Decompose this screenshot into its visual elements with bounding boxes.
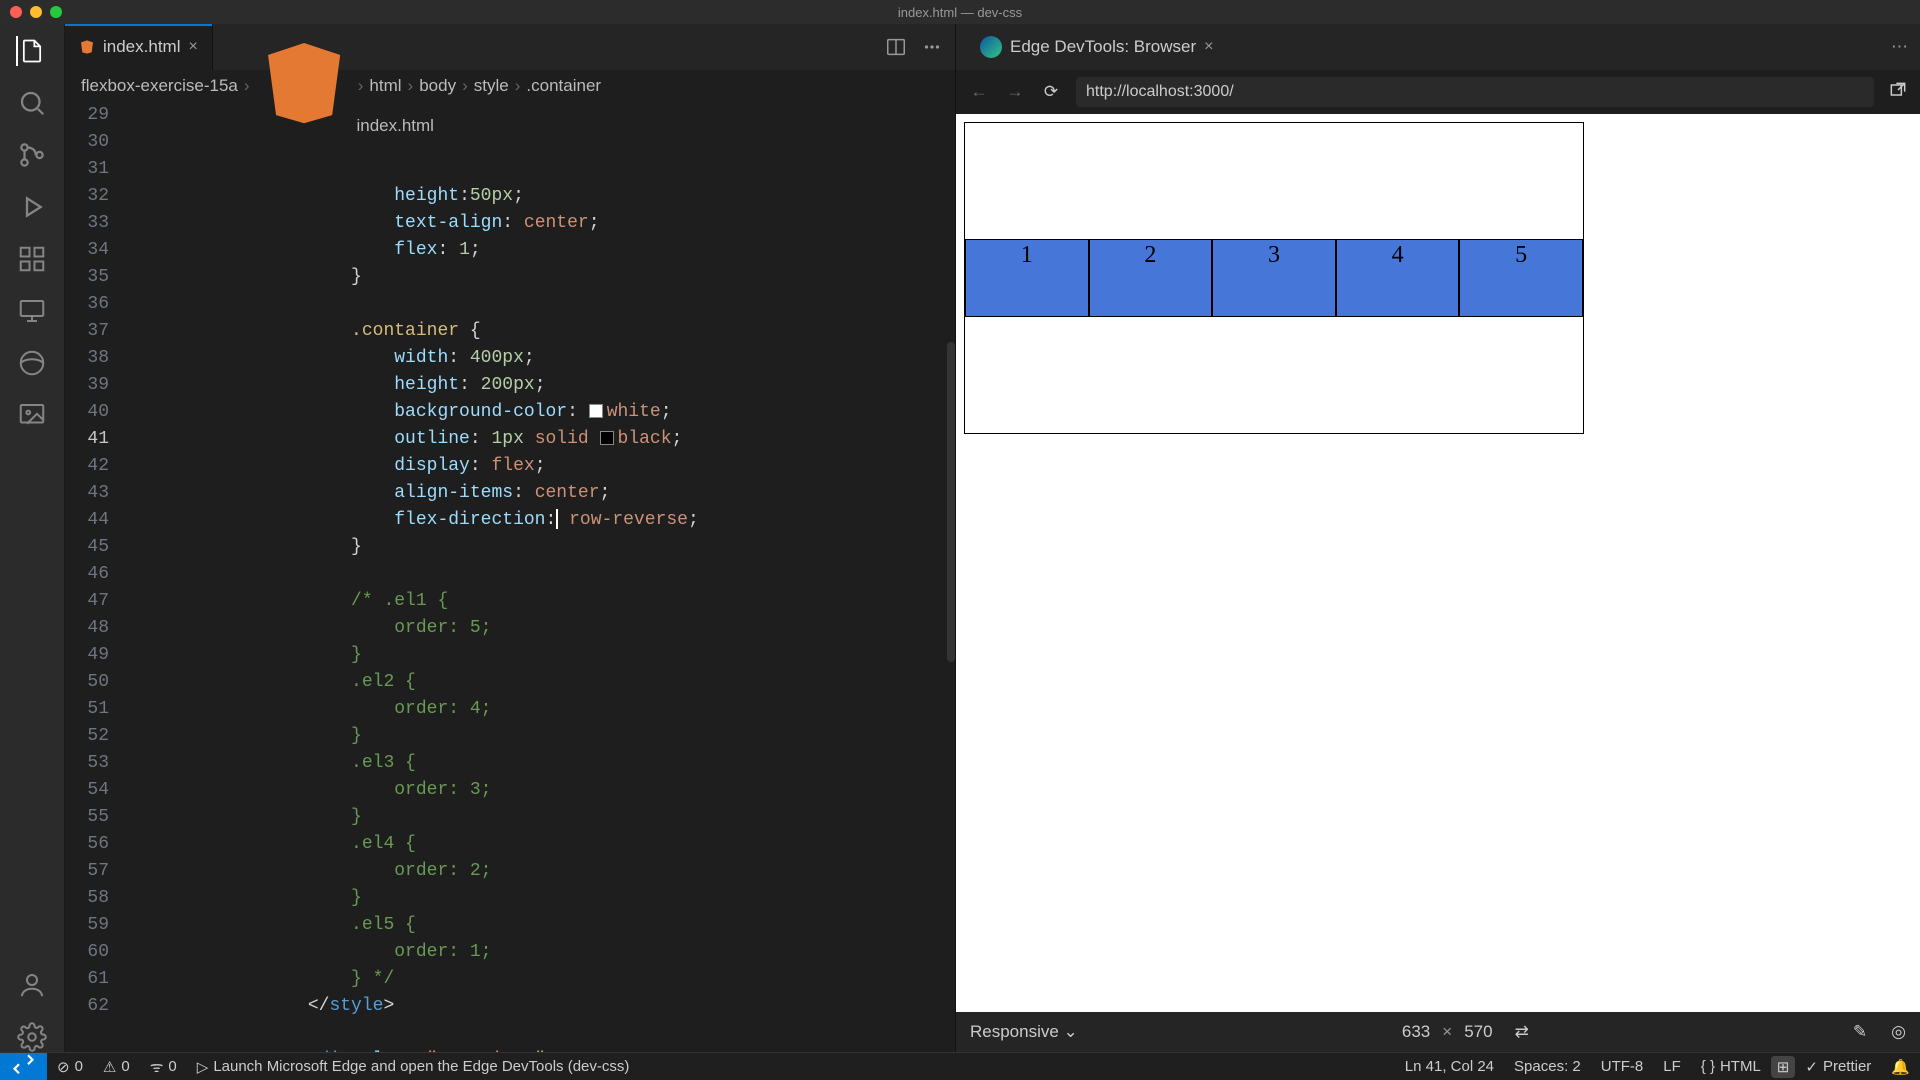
launch-edge-hint[interactable]: ▷ Launch Microsoft Edge and open the Edg… — [187, 1058, 640, 1076]
zoom-window-button[interactable] — [50, 6, 62, 18]
status-warnings[interactable]: ⚠ 0 — [93, 1058, 140, 1076]
viewport-width[interactable]: 633 — [1402, 1022, 1430, 1042]
settings-gear-icon[interactable] — [17, 1022, 47, 1052]
devtools-bottom-bar: Responsive ⌄ 633 × 570 ⇄ ✎ ◎ — [956, 1012, 1920, 1052]
code-editor[interactable]: 2930313233343536373839404142434445464748… — [65, 102, 955, 1052]
run-debug-icon[interactable] — [17, 192, 47, 222]
activity-bar — [0, 24, 65, 1052]
code-content[interactable]: height:50px; text-align: center; flex: 1… — [123, 102, 955, 1052]
breadcrumb-item[interactable]: html — [369, 76, 401, 96]
breadcrumb[interactable]: flexbox-exercise-15a› index.html›html›bo… — [65, 70, 955, 102]
window-title: index.html — dev-css — [898, 5, 1022, 20]
preview-box: 2 — [1089, 239, 1213, 317]
editor-area: index.html × flexbox-exercise-15a› index… — [65, 24, 955, 1052]
accounts-icon[interactable] — [17, 970, 47, 1000]
devtools-tab-label: Edge DevTools: Browser — [1010, 37, 1196, 57]
tab-label: index.html — [103, 37, 180, 57]
breadcrumb-item[interactable]: style — [474, 76, 509, 96]
devtools-panel: Edge DevTools: Browser × ⋯ ← → ⟳ http://… — [955, 24, 1920, 1052]
inspect-icon[interactable]: ✎ — [1853, 1022, 1867, 1042]
preview-pane: 12345 — [956, 114, 1920, 1012]
status-cursor[interactable]: Ln 41, Col 24 — [1395, 1058, 1504, 1075]
edge-tools-icon[interactable] — [17, 348, 47, 378]
devtools-more-icon[interactable]: ⋯ — [1891, 37, 1908, 57]
remote-indicator[interactable] — [0, 1053, 47, 1080]
popout-icon[interactable] — [1888, 80, 1908, 105]
devtools-tab-close-icon[interactable]: × — [1204, 38, 1213, 56]
breadcrumb-item[interactable]: .container — [526, 76, 601, 96]
tab-close-icon[interactable]: × — [188, 38, 197, 56]
status-port[interactable]: ᯤ 0 — [140, 1057, 187, 1077]
editor-tabs: index.html × — [65, 24, 955, 70]
status-errors[interactable]: ⊘ 0 — [47, 1058, 93, 1076]
status-bell-icon[interactable]: 🔔 — [1881, 1058, 1920, 1076]
devtools-browser-tab[interactable]: Edge DevTools: Browser × — [968, 24, 1225, 70]
devtools-tabs: Edge DevTools: Browser × ⋯ — [956, 24, 1920, 70]
source-control-icon[interactable] — [17, 140, 47, 170]
edge-icon — [980, 36, 1002, 58]
viewport-height[interactable]: 570 — [1464, 1022, 1492, 1042]
more-actions-icon[interactable] — [921, 36, 943, 58]
minimize-window-button[interactable] — [30, 6, 42, 18]
status-eol[interactable]: LF — [1653, 1058, 1691, 1075]
url-input[interactable]: http://localhost:3000/ — [1076, 77, 1874, 107]
preview-box: 5 — [1459, 239, 1583, 317]
preview-box: 4 — [1336, 239, 1460, 317]
preview-container: 12345 — [964, 122, 1584, 434]
scrollbar-thumb[interactable] — [947, 342, 955, 662]
extensions-icon[interactable] — [17, 244, 47, 274]
status-prettier[interactable]: ✓ Prettier — [1795, 1058, 1881, 1076]
search-icon[interactable] — [17, 88, 47, 118]
status-encoding[interactable]: UTF-8 — [1591, 1058, 1654, 1075]
nav-reload-icon[interactable]: ⟳ — [1040, 81, 1062, 103]
browser-nav-bar: ← → ⟳ http://localhost:3000/ — [956, 70, 1920, 114]
remote-explorer-icon[interactable] — [17, 296, 47, 326]
breadcrumb-item[interactable]: flexbox-exercise-15a — [81, 76, 238, 96]
rotate-icon[interactable]: ⇄ — [1515, 1022, 1529, 1042]
preview-box: 1 — [965, 239, 1089, 317]
viewport-mode[interactable]: Responsive ⌄ — [970, 1022, 1078, 1042]
image-icon[interactable] — [17, 400, 47, 430]
titlebar: index.html — dev-css — [0, 0, 1920, 24]
viewport-sep: × — [1442, 1022, 1452, 1042]
explorer-icon[interactable] — [16, 36, 46, 66]
preview-box: 3 — [1212, 239, 1336, 317]
breadcrumb-item[interactable]: body — [419, 76, 456, 96]
tab-index-html[interactable]: index.html × — [65, 24, 213, 70]
target-icon[interactable]: ◎ — [1891, 1022, 1906, 1042]
status-lang[interactable]: { } HTML — [1691, 1058, 1771, 1075]
line-gutter: 2930313233343536373839404142434445464748… — [65, 102, 123, 1052]
status-spaces[interactable]: Spaces: 2 — [1504, 1058, 1591, 1075]
window-controls — [10, 6, 62, 18]
split-editor-icon[interactable] — [885, 36, 907, 58]
close-window-button[interactable] — [10, 6, 22, 18]
nav-back-icon[interactable]: ← — [968, 81, 990, 103]
status-copilot-icon[interactable]: ⊞ — [1771, 1056, 1796, 1078]
nav-forward-icon[interactable]: → — [1004, 81, 1026, 103]
html-file-icon — [79, 39, 95, 55]
statusbar: ⊘ 0 ⚠ 0 ᯤ 0 ▷ Launch Microsoft Edge and … — [0, 1052, 1920, 1080]
